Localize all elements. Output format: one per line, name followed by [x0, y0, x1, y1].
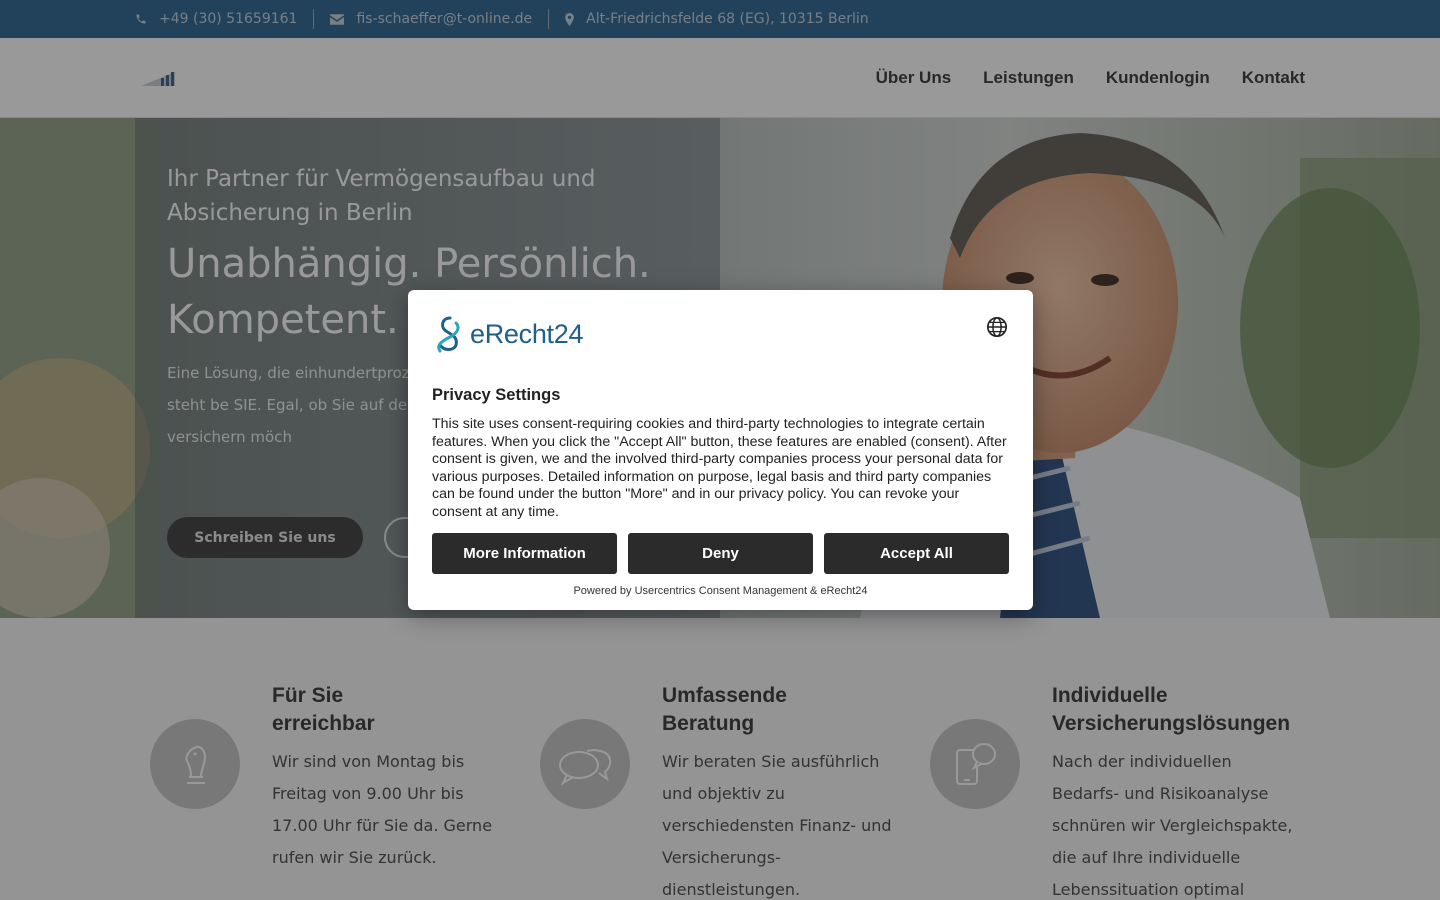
language-globe-icon[interactable] — [986, 316, 1008, 338]
deny-button[interactable]: Deny — [628, 533, 813, 574]
dialog-description: This site uses consent-requiring cookies… — [432, 416, 1007, 520]
powered-by-text: Powered by Usercentrics Consent Manageme… — [573, 585, 868, 597]
more-information-button[interactable]: More Information — [432, 533, 617, 574]
brand-name: eRecht24 — [470, 318, 584, 349]
dialog-title: Privacy Settings — [432, 386, 561, 404]
privacy-settings-dialog: eRecht24 Privacy Settings This site uses… — [408, 290, 1033, 610]
erecht24-logo: eRecht24 — [432, 314, 583, 354]
accept-all-button[interactable]: Accept All — [824, 533, 1009, 574]
erecht24-mark-icon — [437, 316, 460, 353]
